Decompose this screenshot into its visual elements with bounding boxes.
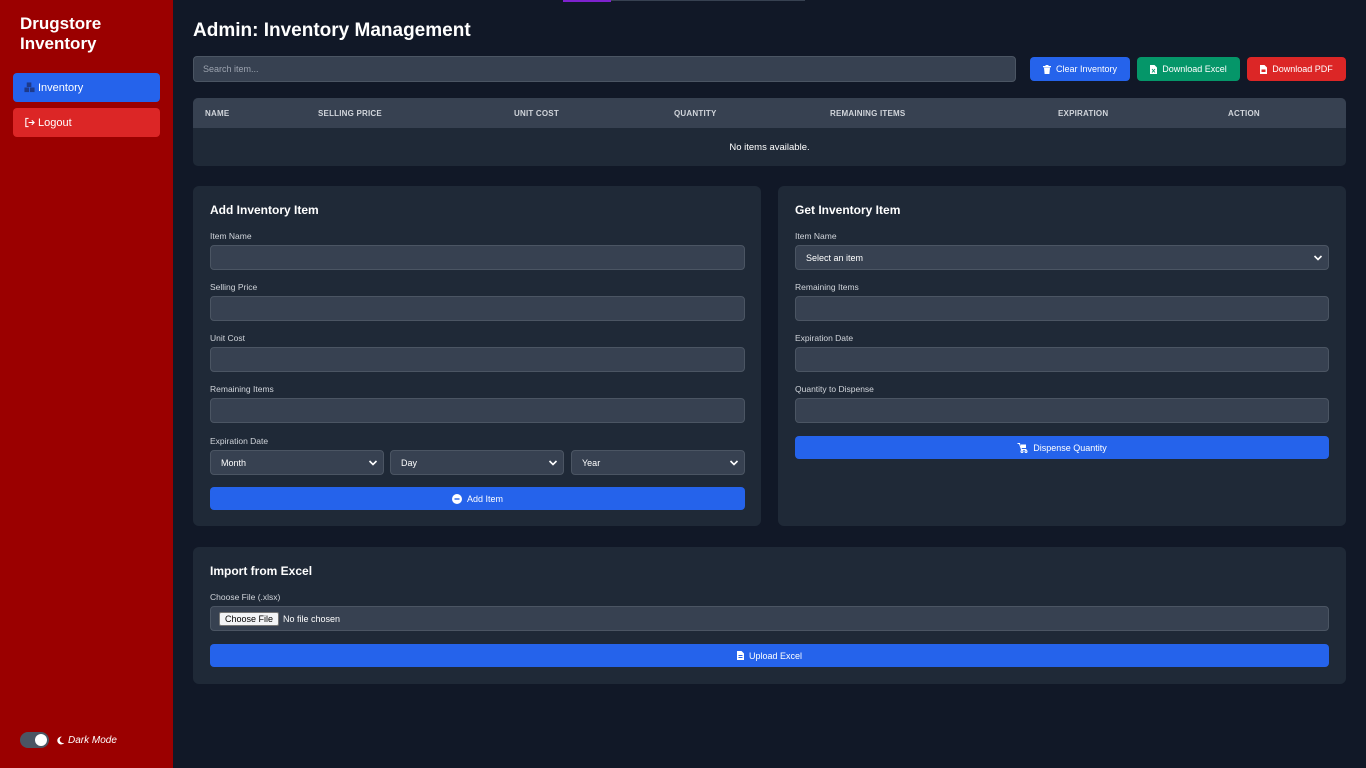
download-excel-label: Download Excel bbox=[1162, 64, 1227, 74]
get-item-name-label: Item Name bbox=[795, 231, 837, 241]
selling-price-label: Selling Price bbox=[210, 282, 258, 292]
item-select[interactable]: Select an item bbox=[795, 245, 1329, 270]
column-header-quantity: QUANTITY bbox=[674, 109, 717, 118]
download-excel-button[interactable]: Download Excel bbox=[1137, 57, 1240, 81]
day-select[interactable]: Day bbox=[390, 450, 564, 475]
trash-icon bbox=[1042, 64, 1051, 74]
sidebar-item-label: Logout bbox=[38, 116, 72, 129]
get-remaining-items-field[interactable] bbox=[795, 296, 1329, 321]
dark-mode-toggle[interactable]: Dark Mode bbox=[20, 732, 117, 748]
empty-table-message: No items available. bbox=[729, 142, 810, 153]
get-expiration-label: Expiration Date bbox=[795, 333, 854, 343]
clear-inventory-label: Clear Inventory bbox=[1055, 64, 1118, 74]
sidebar: Drugstore Inventory Inventory Logout Dar… bbox=[0, 0, 173, 768]
column-header-remaining-items: REMAINING ITEMS bbox=[830, 109, 906, 118]
download-pdf-label: Download PDF bbox=[1272, 64, 1333, 74]
file-excel-icon bbox=[1150, 64, 1158, 74]
import-excel-title: Import from Excel bbox=[210, 564, 313, 578]
unit-cost-input[interactable] bbox=[210, 347, 745, 372]
moon-icon bbox=[56, 735, 66, 745]
year-select[interactable]: Year bbox=[571, 450, 745, 475]
column-header-action: ACTION bbox=[1228, 109, 1260, 118]
sidebar-item-logout[interactable]: Logout bbox=[13, 108, 160, 137]
file-upload-icon bbox=[736, 651, 744, 660]
item-select-value: Select an item bbox=[806, 252, 864, 263]
get-inventory-title: Get Inventory Item bbox=[795, 203, 901, 217]
download-pdf-button[interactable]: Download PDF bbox=[1247, 57, 1346, 81]
search-input[interactable] bbox=[193, 56, 1016, 82]
clear-inventory-button[interactable]: Clear Inventory bbox=[1030, 57, 1130, 81]
quantity-to-dispense-label: Quantity to Dispense bbox=[795, 384, 874, 394]
dispense-quantity-label: Dispense Quantity bbox=[1033, 442, 1107, 453]
get-remaining-items-label: Remaining Items bbox=[795, 282, 859, 292]
add-item-button[interactable]: Add Item bbox=[210, 487, 745, 510]
no-file-text: No file chosen bbox=[283, 613, 341, 624]
top-accent-bar bbox=[563, 0, 611, 2]
chevron-down-icon bbox=[368, 458, 378, 468]
selling-price-input[interactable] bbox=[210, 296, 745, 321]
item-name-input[interactable] bbox=[210, 245, 745, 270]
quantity-to-dispense-input[interactable] bbox=[795, 398, 1329, 423]
month-select[interactable]: Month bbox=[210, 450, 384, 475]
column-header-expiration: EXPIRATION bbox=[1058, 109, 1109, 118]
expiration-date-label: Expiration Date bbox=[210, 436, 269, 446]
sidebar-item-inventory[interactable]: Inventory bbox=[13, 73, 160, 102]
app-brand: Drugstore Inventory bbox=[20, 14, 102, 53]
logout-icon bbox=[23, 117, 35, 129]
item-name-label: Item Name bbox=[210, 231, 252, 241]
chevron-down-icon bbox=[548, 458, 558, 468]
column-header-selling-price: SELLING PRICE bbox=[318, 109, 382, 118]
chevron-down-icon bbox=[729, 458, 739, 468]
import-excel-card: Import from Excel Choose File (.xlsx) Ch… bbox=[193, 547, 1346, 684]
add-item-label: Add Item bbox=[466, 493, 504, 504]
upload-excel-button[interactable]: Upload Excel bbox=[210, 644, 1329, 667]
add-inventory-card: Add Inventory Item Item Name Selling Pri… bbox=[193, 186, 761, 526]
remaining-items-label: Remaining Items bbox=[210, 384, 274, 394]
table-header: NAME SELLING PRICE UNIT COST QUANTITY RE… bbox=[193, 98, 1346, 128]
plus-circle-icon bbox=[451, 493, 462, 504]
page-title: Admin: Inventory Management bbox=[193, 20, 471, 41]
get-inventory-card: Get Inventory Item Item Name Select an i… bbox=[778, 186, 1346, 526]
choose-file-label: Choose File (.xlsx) bbox=[210, 592, 281, 602]
column-header-unit-cost: UNIT COST bbox=[514, 109, 559, 118]
inventory-table: NAME SELLING PRICE UNIT COST QUANTITY RE… bbox=[193, 98, 1346, 166]
remaining-items-input[interactable] bbox=[210, 398, 745, 423]
year-select-value: Year bbox=[582, 457, 601, 468]
add-inventory-title: Add Inventory Item bbox=[210, 203, 319, 217]
dark-mode-switch[interactable] bbox=[20, 732, 49, 748]
dark-mode-label: Dark Mode bbox=[68, 734, 117, 746]
month-select-value: Month bbox=[221, 457, 247, 468]
boxes-icon bbox=[23, 82, 35, 94]
unit-cost-label: Unit Cost bbox=[210, 333, 245, 343]
get-expiration-field[interactable] bbox=[795, 347, 1329, 372]
upload-excel-label: Upload Excel bbox=[748, 650, 803, 661]
file-input[interactable]: Choose File No file chosen bbox=[210, 606, 1329, 631]
chevron-down-icon bbox=[1313, 253, 1323, 263]
dispense-quantity-button[interactable]: Dispense Quantity bbox=[795, 436, 1329, 459]
column-header-name: NAME bbox=[205, 109, 230, 118]
top-divider bbox=[611, 0, 805, 1]
file-pdf-icon bbox=[1260, 64, 1268, 74]
day-select-value: Day bbox=[401, 457, 418, 468]
hand-cart-icon bbox=[1017, 442, 1028, 453]
choose-file-button[interactable]: Choose File bbox=[219, 611, 280, 626]
sidebar-item-label: Inventory bbox=[38, 81, 84, 94]
